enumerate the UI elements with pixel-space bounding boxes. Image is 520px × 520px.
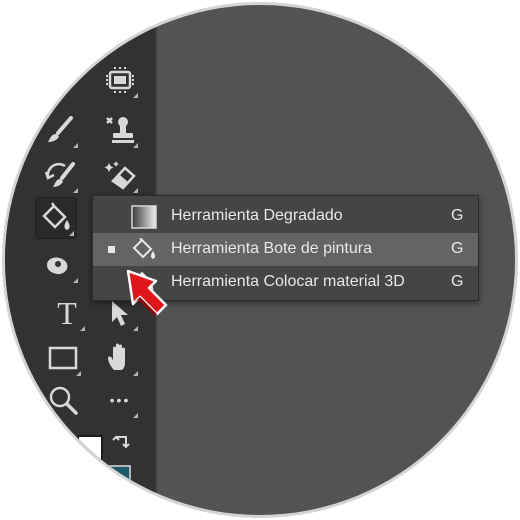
magnifier-icon — [49, 386, 78, 415]
selected-tool-indicator — [108, 246, 115, 253]
paint-bucket-icon — [42, 202, 70, 230]
more-tools-indicator — [80, 326, 85, 331]
crop-tool[interactable] — [67, 23, 107, 63]
hand-icon — [108, 343, 125, 370]
crop-icon — [74, 30, 100, 56]
healing-brush-tool[interactable] — [100, 60, 140, 100]
stamp-icon — [106, 117, 134, 143]
more-tools-indicator — [133, 371, 138, 376]
blur-tool[interactable] — [40, 245, 80, 285]
more-tools-indicator — [69, 231, 74, 236]
more-tools-indicator — [133, 143, 138, 148]
menu-item-label: Herramienta Bote de pintura — [171, 240, 372, 257]
menu-item-paint-bucket[interactable]: Herramienta Bote de pintura G — [93, 233, 478, 266]
paint-bucket-tool[interactable] — [35, 197, 77, 239]
eraser-tool[interactable] — [100, 155, 140, 195]
history-brush-tool[interactable] — [40, 155, 80, 195]
eraser-icon — [104, 161, 136, 190]
more-tools-indicator — [133, 413, 138, 418]
more-tools-indicator — [73, 278, 78, 283]
history-brush-icon — [44, 162, 75, 187]
menu-item-label: Herramienta Degradado — [171, 207, 343, 224]
brush-tool[interactable] — [40, 110, 80, 150]
clone-stamp-tool[interactable] — [100, 110, 140, 150]
rectangle-icon — [48, 346, 78, 370]
bandage-icon — [106, 67, 134, 93]
more-tools-indicator — [133, 93, 138, 98]
foreground-color[interactable] — [77, 435, 103, 461]
menu-item-gradient[interactable]: Herramienta Degradado G — [93, 200, 478, 233]
swap-colors[interactable] — [107, 430, 137, 460]
hand-tool[interactable] — [100, 338, 140, 378]
gradient-icon — [131, 205, 157, 229]
rectangle-tool[interactable] — [43, 338, 83, 378]
more-tools-indicator — [73, 188, 78, 193]
red-arrow-pointer-icon — [126, 269, 168, 316]
more-tools-indicator — [133, 188, 138, 193]
screenshot-viewport: T ••• Herramienta Degradado G Herramient… — [5, 5, 515, 515]
menu-item-label: Herramienta Colocar material 3D — [171, 273, 405, 290]
type-icon: T — [57, 295, 77, 331]
more-tools-indicator — [73, 143, 78, 148]
swap-arrows-icon — [112, 435, 130, 449]
ellipsis-icon: ••• — [109, 392, 131, 408]
type-tool[interactable]: T — [47, 293, 87, 333]
menu-item-shortcut: G — [451, 273, 464, 290]
menu-item-shortcut: G — [451, 207, 464, 224]
paint-bucket-icon — [132, 238, 156, 259]
zoom-tool[interactable] — [43, 380, 83, 420]
more-tools-indicator — [76, 371, 81, 376]
blur-icon — [47, 257, 68, 275]
brush-icon — [48, 116, 73, 142]
background-color[interactable] — [107, 465, 131, 489]
menu-item-shortcut: G — [451, 240, 464, 257]
more-tools-indicator — [133, 326, 138, 331]
more-tools[interactable]: ••• — [100, 380, 140, 420]
